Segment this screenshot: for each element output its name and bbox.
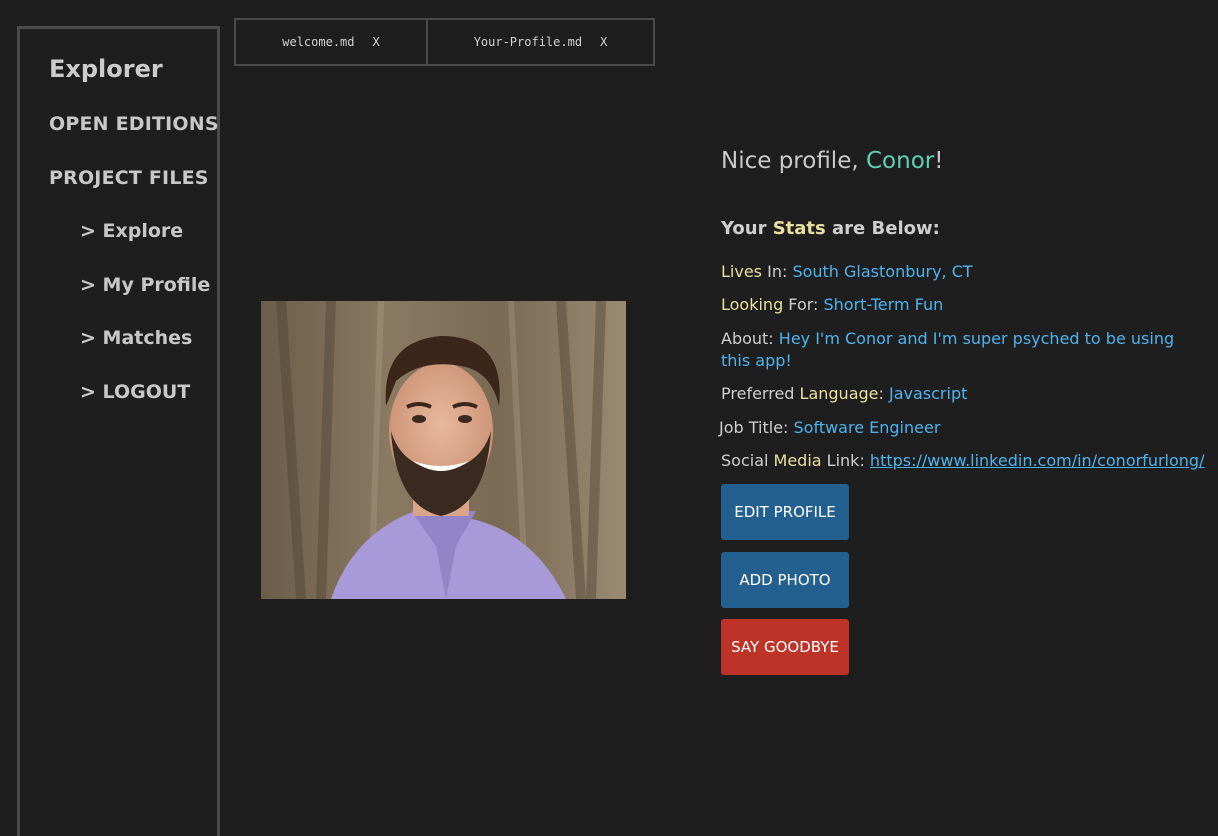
stat-lives-in: Lives In: South Glastonbury, CT: [721, 262, 973, 281]
tab-welcome[interactable]: welcome.md X: [234, 18, 428, 66]
say-goodbye-button[interactable]: SAY GOODBYE: [721, 619, 849, 675]
stat-label: In:: [762, 262, 793, 281]
stat-keyword: Media: [773, 451, 822, 470]
stat-label: :: [878, 384, 889, 403]
edit-profile-button[interactable]: EDIT PROFILE: [721, 484, 849, 540]
greeting-suffix: !: [934, 148, 944, 174]
stat-value-language: Javascript: [888, 384, 968, 403]
sidebar-item-explore[interactable]: > Explore: [80, 220, 183, 242]
sidebar-section-project-files[interactable]: PROJECT FILES: [49, 167, 209, 189]
sidebar-item-matches[interactable]: > Matches: [80, 327, 192, 349]
stat-preferred-language: Preferred Language: Javascript: [721, 384, 967, 403]
stat-value-job: Software Engineer: [793, 418, 941, 437]
stat-value-location: South Glastonbury, CT: [792, 262, 973, 281]
profile-photo: [261, 301, 626, 599]
stat-label: For:: [783, 295, 824, 314]
stat-label: Job Title:: [719, 418, 794, 437]
tab-close-button[interactable]: X: [373, 35, 380, 49]
tab-close-button[interactable]: X: [600, 35, 607, 49]
stat-about: About: Hey I'm Conor and I'm super psych…: [721, 328, 1191, 372]
greeting-prefix: Nice profile,: [721, 148, 866, 174]
stat-social-media: Social Media Link: https://www.linkedin.…: [721, 451, 1204, 470]
social-media-link[interactable]: https://www.linkedin.com/in/conorfurlong…: [870, 451, 1205, 470]
tab-your-profile[interactable]: Your-Profile.md X: [426, 18, 655, 66]
tab-label[interactable]: Your-Profile.md: [474, 35, 582, 49]
stat-label: Preferred: [721, 384, 800, 403]
stat-label: Social: [721, 451, 774, 470]
stat-looking-for: Looking For: Short-Term Fun: [721, 295, 943, 314]
stat-job-title: Job Title: Software Engineer: [719, 418, 940, 437]
stat-label: About:: [721, 329, 779, 348]
stats-heading: Your Stats are Below:: [721, 218, 940, 239]
explorer-sidebar: Explorer OPEN EDITIONS PROJECT FILES > E…: [17, 26, 220, 836]
stat-keyword: Language: [799, 384, 879, 403]
stat-value-looking: Short-Term Fun: [823, 295, 944, 314]
stat-keyword: Lives: [721, 262, 763, 281]
sidebar-section-open-editions[interactable]: OPEN EDITIONS: [49, 113, 219, 135]
tab-label[interactable]: welcome.md: [282, 35, 354, 49]
stats-heading-highlight: Stats: [772, 218, 826, 239]
add-photo-button[interactable]: ADD PHOTO: [721, 552, 849, 608]
stats-heading-post: are Below:: [825, 218, 940, 239]
stats-heading-pre: Your: [721, 218, 773, 239]
profile-greeting: Nice profile, Conor!: [721, 148, 943, 174]
sidebar-item-my-profile[interactable]: > My Profile: [80, 274, 210, 296]
sidebar-title: Explorer: [49, 55, 163, 83]
user-name: Conor: [865, 148, 935, 174]
stat-keyword: Looking: [721, 295, 784, 314]
stat-label: Link:: [821, 451, 870, 470]
stat-value-about: Hey I'm Conor and I'm super psyched to b…: [721, 329, 1175, 370]
sidebar-item-logout[interactable]: > LOGOUT: [80, 381, 190, 403]
